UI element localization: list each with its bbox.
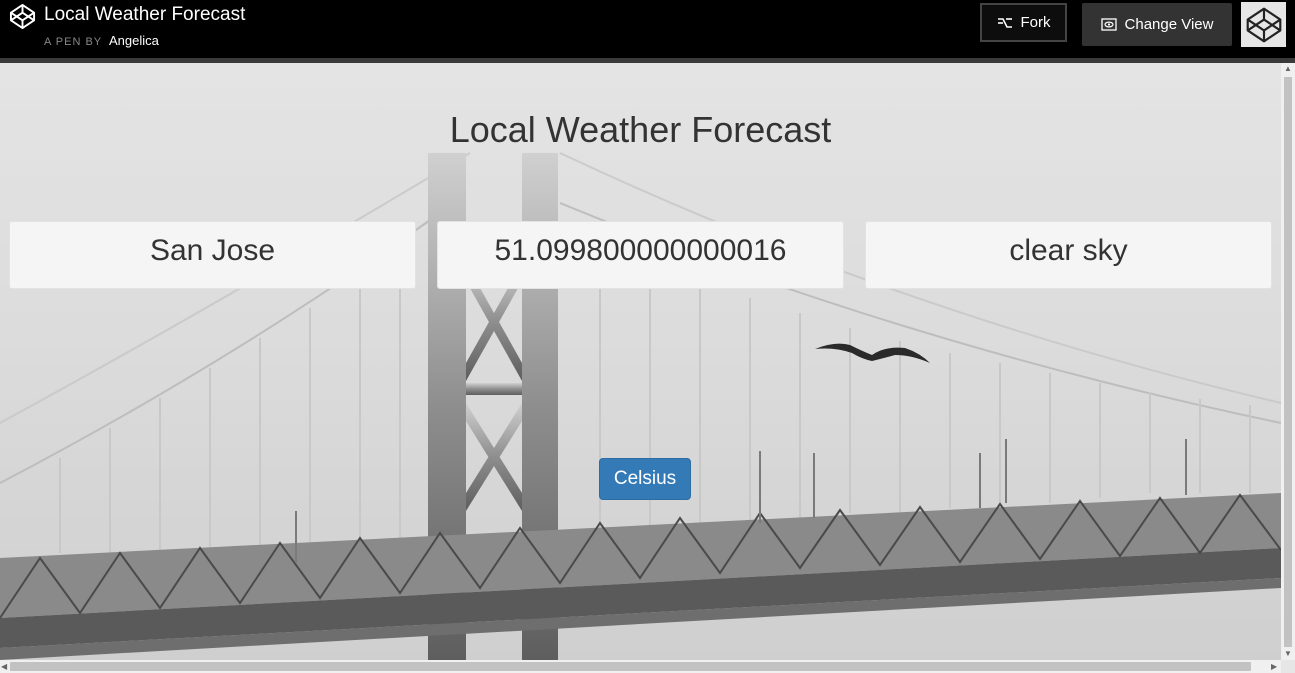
- eye-icon: [1100, 18, 1117, 31]
- city-name: San Jose: [149, 234, 276, 267]
- celsius-toggle-button[interactable]: Celsius: [599, 458, 691, 500]
- codepen-header: Local Weather Forecast A PEN BY Angelica…: [0, 0, 1295, 59]
- change-view-button[interactable]: Change View: [1082, 3, 1232, 46]
- vertical-scroll-thumb[interactable]: [1284, 77, 1292, 647]
- scroll-up-arrow-icon[interactable]: ▲: [1284, 64, 1292, 73]
- scroll-left-arrow-icon[interactable]: ◀: [1, 662, 7, 671]
- weather-description-card: clear sky: [865, 221, 1272, 289]
- pen-byline: A PEN BY Angelica: [44, 33, 159, 48]
- pen-title[interactable]: Local Weather Forecast: [44, 4, 245, 26]
- horizontal-scrollbar[interactable]: ◀ ▶: [0, 660, 1281, 673]
- pen-by-label: A PEN BY: [44, 36, 102, 48]
- codepen-logo-icon[interactable]: [9, 3, 36, 30]
- user-avatar[interactable]: [1241, 2, 1286, 47]
- city-card: San Jose: [9, 221, 416, 289]
- scrollbar-corner: [1281, 660, 1295, 673]
- preview-frame: Local Weather Forecast San Jose 51.09980…: [0, 63, 1281, 660]
- foggy-bridge-background: [0, 63, 1281, 660]
- fork-button[interactable]: Fork: [980, 3, 1067, 42]
- weather-description: clear sky: [1009, 234, 1128, 267]
- temperature-value: 51.099800000000016: [494, 234, 787, 267]
- fork-icon: [997, 17, 1012, 28]
- change-view-label: Change View: [1124, 16, 1214, 33]
- vertical-scrollbar[interactable]: ▲ ▼: [1281, 63, 1295, 660]
- pen-author-link[interactable]: Angelica: [109, 33, 159, 48]
- fork-label: Fork: [1020, 14, 1051, 31]
- codepen-avatar-icon: [1246, 7, 1281, 42]
- horizontal-scroll-thumb[interactable]: [10, 662, 1251, 671]
- scroll-down-arrow-icon[interactable]: ▼: [1284, 649, 1292, 658]
- scroll-right-arrow-icon[interactable]: ▶: [1271, 662, 1277, 671]
- app-heading: Local Weather Forecast: [449, 109, 832, 150]
- temperature-card: 51.099800000000016: [437, 221, 844, 289]
